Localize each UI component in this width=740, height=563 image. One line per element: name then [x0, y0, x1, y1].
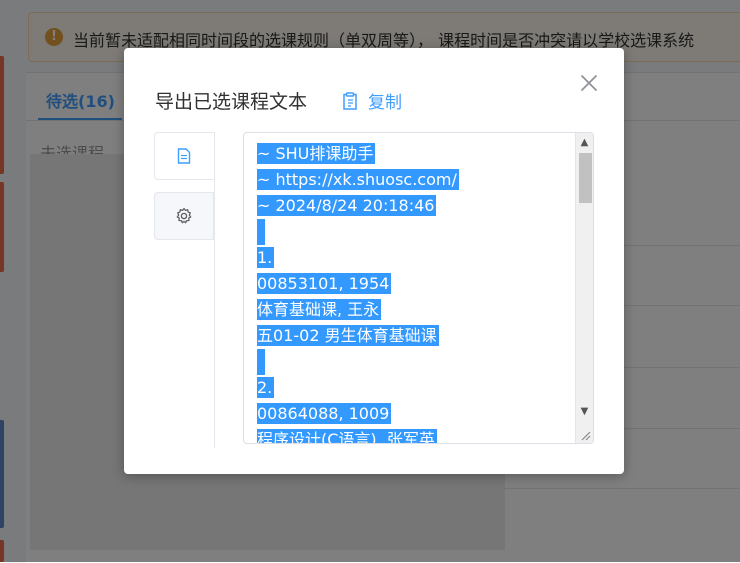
text-line: 程序设计(C语言), 张军英 [257, 427, 577, 443]
text-line: 1. [257, 247, 275, 268]
text-line: 体育基础课, 王永 [257, 299, 382, 320]
text-line [257, 219, 577, 245]
text-line [257, 349, 577, 375]
resize-grip-icon[interactable] [577, 427, 591, 441]
text-line: ~ https://xk.shuosc.com/ [257, 169, 459, 190]
clipboard-icon [342, 91, 358, 110]
scroll-down-arrow-icon[interactable]: ▼ [576, 403, 593, 420]
text-line: 00853101, 1954 [257, 273, 392, 294]
text-line: 00864088, 1009 [257, 403, 392, 424]
copy-label: 复制 [368, 93, 402, 113]
export-text-content[interactable]: ~ SHU排课助手 ~ https://xk.shuosc.com/ ~ 202… [257, 141, 577, 443]
scroll-thumb[interactable] [579, 153, 592, 203]
text-line: 2. [257, 377, 275, 398]
export-dialog: 导出已选课程文本 复制 ~ SHU排课助手 ~ https://xk.shuos… [124, 48, 624, 474]
text-line: ~ SHU排课助手 [257, 143, 376, 164]
side-tab-bar [154, 132, 215, 448]
gear-icon [176, 207, 192, 224]
text-line: ~ 2024/8/24 20:18:46 [257, 195, 437, 216]
text-line: 五01-02 男生体育基础课 [257, 325, 439, 346]
document-icon [177, 148, 191, 164]
copy-button[interactable]: 复制 [342, 88, 402, 113]
close-icon [581, 75, 597, 91]
tab-settings[interactable] [154, 192, 214, 240]
close-button[interactable] [578, 72, 600, 94]
export-textarea[interactable]: ~ SHU排课助手 ~ https://xk.shuosc.com/ ~ 202… [243, 132, 594, 444]
scroll-up-arrow-icon[interactable]: ▲ [576, 134, 593, 151]
tab-text-export[interactable] [154, 132, 214, 180]
textarea-scrollbar[interactable]: ▲ ▼ [575, 133, 593, 443]
dialog-title: 导出已选课程文本 [155, 91, 308, 113]
